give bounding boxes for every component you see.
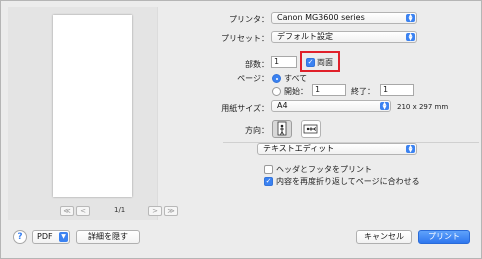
pages-from-input[interactable]: 1 — [312, 84, 346, 96]
pages-range-radio[interactable] — [272, 87, 281, 96]
printer-select[interactable]: Canon MG3600 series ▲ ▼ — [271, 12, 417, 24]
preview-pager: ≪ < 1/1 > ≫ — [60, 205, 190, 217]
printer-label: プリンタ： — [229, 15, 269, 24]
paper-dimensions: 210 x 297 mm — [397, 103, 449, 111]
paper-size-label: 用紙サイズ： — [221, 104, 269, 113]
pdf-label: PDF — [37, 232, 53, 241]
next-page-button[interactable]: > — [148, 206, 162, 216]
print-button[interactable]: プリント — [418, 230, 470, 244]
page-counter: 1/1 — [114, 206, 126, 214]
select-arrows-icon: ▲ ▼ — [380, 102, 389, 111]
print-dialog: ≪ < 1/1 > ≫ プリンタ： Canon MG3600 series ▲ ▼… — [0, 0, 482, 259]
pages-all-label: すべて — [284, 74, 308, 83]
hide-details-button[interactable]: 詳細を隠す — [76, 230, 140, 244]
orientation-portrait-button[interactable] — [272, 120, 292, 138]
rewrap-label: 内容を再度折り返してページに合わせる — [276, 177, 420, 186]
page-preview — [53, 15, 132, 197]
pdf-menu-button[interactable]: PDF ▼ — [32, 230, 70, 244]
preview-area: ≪ < 1/1 > ≫ — [8, 7, 178, 220]
header-footer-checkbox[interactable] — [264, 165, 273, 174]
paper-size-select[interactable]: A4 ▲ ▼ — [271, 100, 391, 112]
copies-input[interactable]: 1 — [271, 56, 297, 68]
paper-size-value: A4 — [277, 101, 288, 110]
last-page-button[interactable]: ≫ — [164, 206, 178, 216]
preset-label: プリセット： — [221, 34, 269, 43]
help-button[interactable]: ? — [13, 230, 27, 244]
app-section-select[interactable]: テキストエディット ▲ ▼ — [257, 143, 417, 155]
duplex-checkbox[interactable]: ✓ — [306, 58, 315, 67]
cancel-button[interactable]: キャンセル — [356, 230, 412, 244]
orientation-label: 方向： — [245, 126, 269, 135]
header-footer-label: ヘッダとフッタをプリント — [276, 165, 372, 174]
copies-label: 部数： — [245, 60, 269, 69]
printer-value: Canon MG3600 series — [277, 13, 365, 22]
preset-select[interactable]: デフォルト設定 ▲ ▼ — [271, 31, 417, 43]
pages-to-label: 終了： — [351, 87, 375, 96]
app-section-value: テキストエディット — [263, 144, 335, 153]
pages-from-label: 開始： — [284, 87, 308, 96]
first-page-button[interactable]: ≪ — [60, 206, 74, 216]
preset-value: デフォルト設定 — [277, 32, 333, 41]
landscape-icon — [303, 124, 318, 134]
select-arrows-icon: ▲ ▼ — [406, 145, 415, 154]
pages-to-input[interactable]: 1 — [380, 84, 414, 96]
duplex-label: 両面 — [317, 58, 333, 67]
orientation-landscape-button[interactable] — [301, 120, 321, 138]
select-arrows-icon: ▲ ▼ — [406, 14, 415, 23]
pages-label: ページ： — [237, 74, 269, 83]
prev-page-button[interactable]: < — [76, 206, 90, 216]
rewrap-checkbox[interactable]: ✓ — [264, 177, 273, 186]
portrait-icon — [277, 121, 287, 136]
select-arrows-icon: ▲ ▼ — [406, 33, 415, 42]
pages-all-radio[interactable] — [272, 74, 281, 83]
chevron-down-icon: ▼ — [59, 232, 68, 242]
